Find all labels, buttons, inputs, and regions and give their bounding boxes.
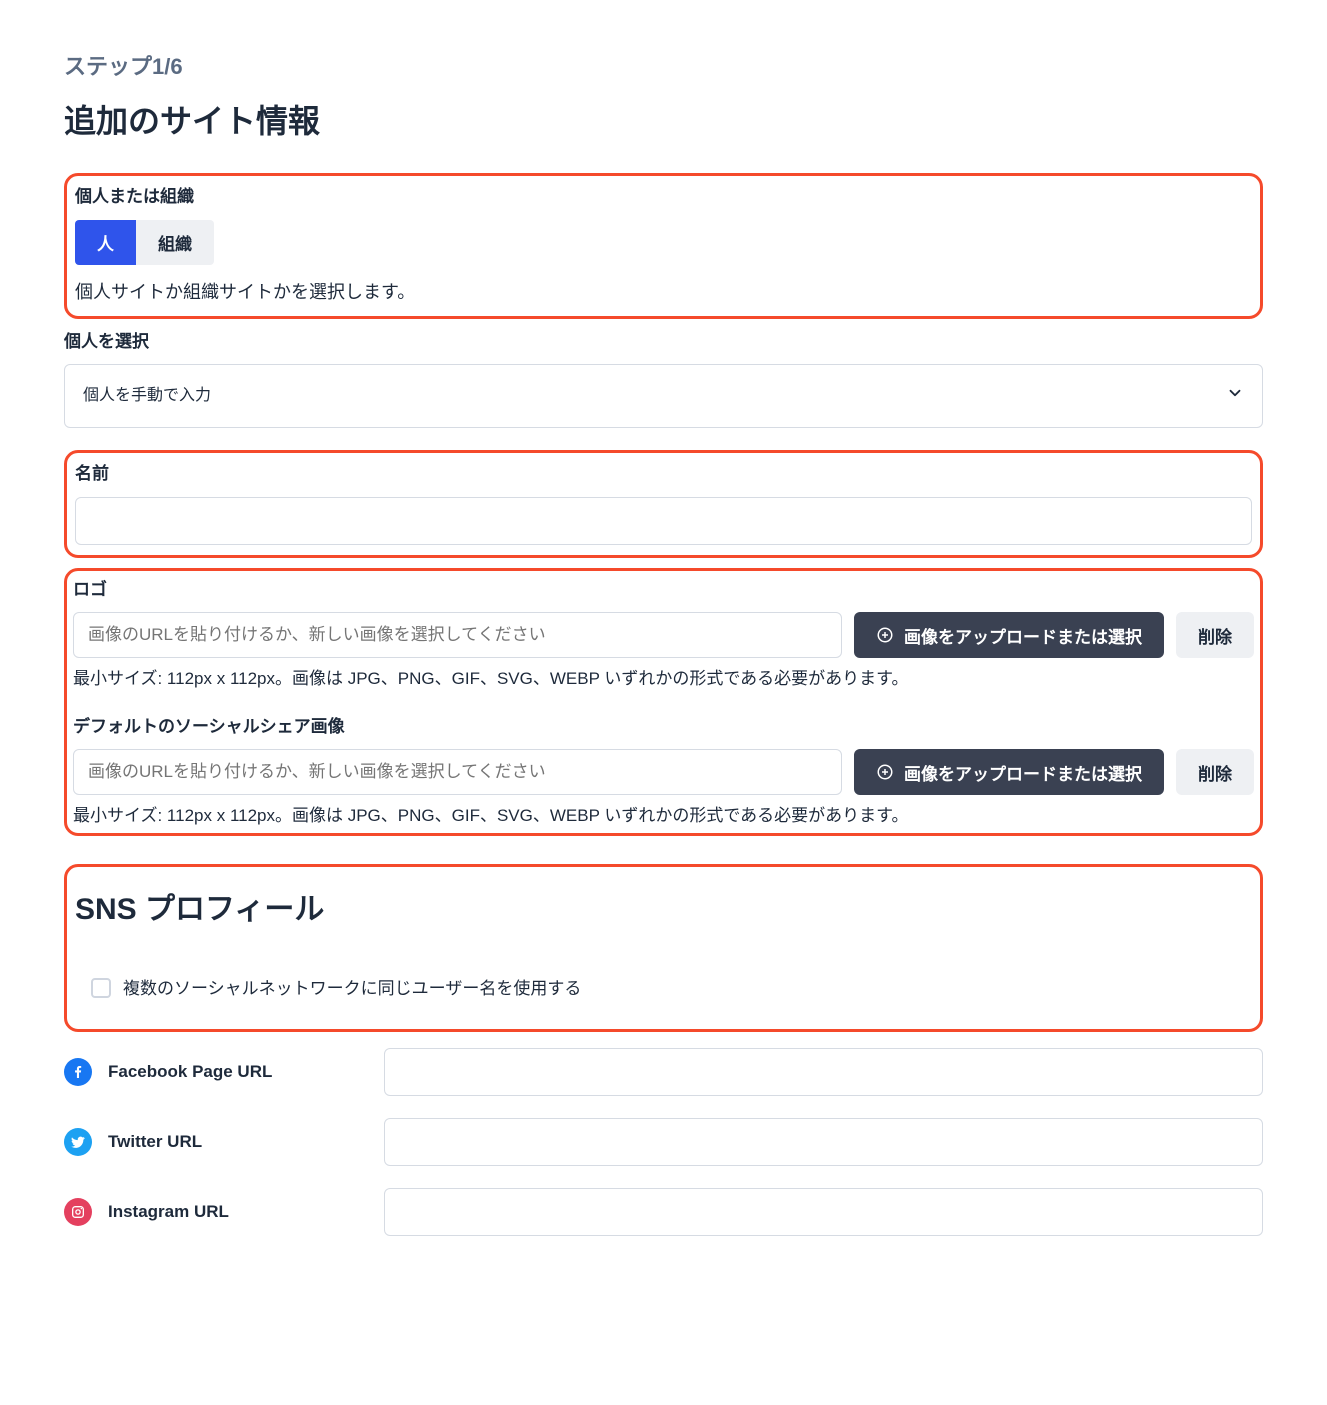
select-person-group: 個人を選択 個人を手動で入力 (64, 329, 1263, 429)
logo-upload-label: 画像をアップロードまたは選択 (904, 623, 1142, 648)
plus-circle-icon (876, 626, 894, 644)
toggle-person-button[interactable]: 人 (75, 220, 136, 265)
name-section: 名前 (64, 450, 1263, 558)
twitter-row: Twitter URL (64, 1118, 1263, 1166)
person-or-org-toggle: 人 組織 (75, 220, 214, 265)
facebook-icon (64, 1058, 92, 1086)
person-or-org-label: 個人または組織 (75, 184, 1252, 210)
logo-delete-button[interactable]: 削除 (1176, 612, 1254, 658)
instagram-icon (64, 1198, 92, 1226)
twitter-label: Twitter URL (108, 1129, 368, 1155)
share-image-url-input[interactable] (73, 749, 842, 795)
facebook-row: Facebook Page URL (64, 1048, 1263, 1096)
logo-label: ロゴ (73, 577, 1254, 603)
toggle-org-button[interactable]: 組織 (136, 220, 214, 265)
person-or-org-help: 個人サイトか組織サイトかを選択します。 (75, 279, 1252, 306)
sns-section: SNS プロフィール 複数のソーシャルネットワークに同じユーザー名を使用する (64, 864, 1263, 1033)
select-person-dropdown[interactable]: 個人を手動で入力 (64, 364, 1263, 428)
logo-url-input[interactable] (73, 612, 842, 658)
share-image-hint: 最小サイズ: 112px x 112px。画像は JPG、PNG、GIF、SVG… (73, 803, 1254, 829)
share-image-upload-label: 画像をアップロードまたは選択 (904, 760, 1142, 785)
twitter-input[interactable] (384, 1118, 1263, 1166)
logo-hint: 最小サイズ: 112px x 112px。画像は JPG、PNG、GIF、SVG… (73, 666, 1254, 692)
person-or-org-section: 個人または組織 人 組織 個人サイトか組織サイトかを選択します。 (64, 173, 1263, 319)
name-label: 名前 (75, 461, 1252, 487)
name-input[interactable] (75, 497, 1252, 545)
share-image-upload-button[interactable]: 画像をアップロードまたは選択 (854, 749, 1164, 795)
instagram-label: Instagram URL (108, 1199, 368, 1225)
page-title: 追加のサイト情報 (64, 97, 1263, 145)
media-section: ロゴ 画像をアップロードまたは選択 削除 最小サイズ: 112px x 112p… (64, 568, 1263, 836)
share-image-label: デフォルトのソーシャルシェア画像 (73, 714, 1254, 740)
select-person-label: 個人を選択 (64, 329, 1263, 355)
logo-upload-button[interactable]: 画像をアップロードまたは選択 (854, 612, 1164, 658)
step-indicator: ステップ1/6 (64, 50, 1263, 83)
instagram-input[interactable] (384, 1188, 1263, 1236)
same-username-label: 複数のソーシャルネットワークに同じユーザー名を使用する (123, 976, 581, 1002)
twitter-icon (64, 1128, 92, 1156)
same-username-checkbox[interactable] (91, 978, 111, 998)
sns-title: SNS プロフィール (75, 887, 1252, 932)
plus-circle-icon (876, 763, 894, 781)
facebook-label: Facebook Page URL (108, 1059, 368, 1085)
instagram-row: Instagram URL (64, 1188, 1263, 1236)
facebook-input[interactable] (384, 1048, 1263, 1096)
select-person-value: 個人を手動で入力 (83, 384, 211, 408)
share-image-delete-button[interactable]: 削除 (1176, 749, 1254, 795)
chevron-down-icon (1226, 381, 1244, 411)
